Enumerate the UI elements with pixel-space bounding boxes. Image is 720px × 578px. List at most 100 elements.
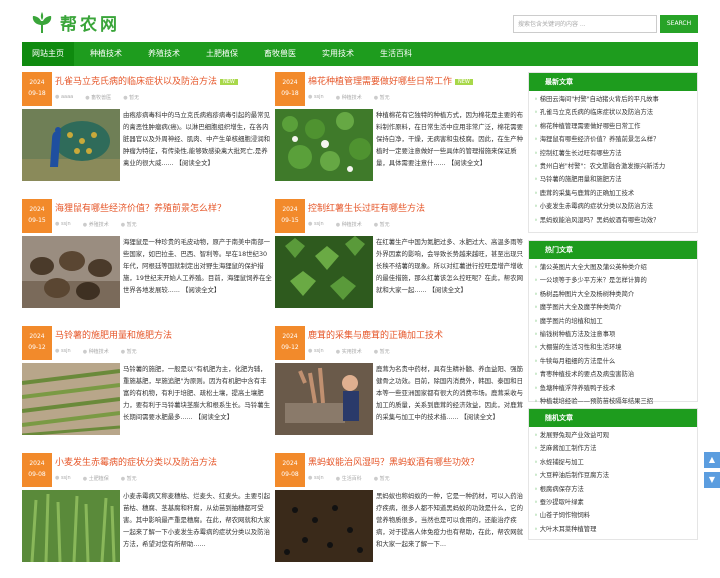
article-thumbnail-cotton[interactable] [275,109,373,181]
article-title-link[interactable]: 孔雀马立克氏病的临床症状以及防治方法 NEW [55,74,238,87]
article-title: 控制红薯生长过旺有哪些方法 [308,204,426,214]
search-button[interactable]: SEARCH [660,15,698,33]
sidebar-link[interactable]: 大棚猫的生活习性和生活环境 [534,341,692,354]
sidebar-random-list: 发展野兔现产业效益可观芝麻酱加工制作方法水蛭捕捉与加工大豆粹油后制作豆腐方法根腐… [529,427,697,538]
article-day: 09-08 [28,471,46,478]
article-meta: aaaa 畜牧兽医 暂无 [55,94,139,101]
main-nav: 网站主页 种植技术 养殖技术 土肥植保 畜牧兽医 实用技术 生活百科 [22,42,698,66]
search-input[interactable]: 搜索包含关键词的内容 ... [513,15,657,33]
article-meta: ssjn 种植技术 暂无 [308,94,390,101]
nav-item-life[interactable]: 生活百科 [370,42,422,66]
article-thumbnail-wheat[interactable] [22,490,120,562]
article-category[interactable]: 生活百科 [336,475,362,482]
sidebar-link[interactable]: 蚕沙提取叶绿素 [534,496,692,509]
sidebar-link[interactable]: 水蛭捕捉与加工 [534,456,692,469]
sidebar-link[interactable]: 马铃薯的施肥用量和施肥方法 [534,173,692,186]
sidebar-link[interactable]: 榆钱树种植方法及注意事项 [534,328,692,341]
article-year: 2024 [282,460,298,467]
sidebar-link[interactable]: 棉花种植管理需要做好哪些日常工作 [534,120,692,133]
sidebar-link[interactable]: 黑蚂蚁能治风湿吗？黑蚂蚁酒有哪些功效？ [534,214,692,227]
article-meta: ssjn 土肥植保 暂无 [55,475,137,482]
nav-item-home[interactable]: 网站主页 [22,42,74,66]
article-title: 孔雀马立克氏病的临床症状以及防治方法 [55,77,218,87]
scroll-up-icon[interactable]: ▲ [704,452,720,468]
article-category[interactable]: 实用技术 [336,348,362,355]
sidebar-link[interactable]: 青枣种植技术的要点及病虫害防治 [534,368,692,381]
sidebar-link[interactable]: 贵州白岩"村警"：农文旅融合激发振兴新活力 [534,160,692,173]
article-category[interactable]: 种植技术 [336,94,362,101]
article-author[interactable]: ssjn [308,348,324,355]
nav-item-planting[interactable]: 种植技术 [80,42,132,66]
sidebar-link[interactable]: 小麦发生赤霉病的症状分类以及防治方法 [534,200,692,213]
article-category[interactable]: 种植技术 [336,221,362,228]
sidebar-link[interactable]: 牛犊每月粗细的方法是什么 [534,355,692,368]
article-card: 2024 09-15 海狸鼠有哪些经济价值？养殖前景怎么样？ ssjn 养殖技术 暂无海狸… [22,199,272,324]
article-date: 2024 09-12 [275,326,305,360]
article-thumbnail-ants[interactable] [275,490,373,562]
article-author[interactable]: aaaa [55,94,73,101]
article-title-link[interactable]: 海狸鼠有哪些经济价值？养殖前景怎么样？ [55,201,226,214]
sidebar-link[interactable]: 孔雀马立克氏病的临床症状以及防治方法 [534,106,692,119]
sidebar-link[interactable]: 控制红薯生长过旺有哪些方法 [534,147,692,160]
site-name: 帮农网 [60,15,120,35]
article-year: 2024 [29,460,45,467]
article-category[interactable]: 畜牧兽医 [85,94,111,101]
sidebar-link[interactable]: 杨树品种图片大全及杨树种类简介 [534,288,692,301]
article-thumbnail-potato[interactable] [22,363,120,435]
article-thumbnail-antler[interactable] [275,363,373,435]
article-day: 09-12 [281,344,299,351]
nav-item-soil[interactable]: 土肥植保 [196,42,248,66]
article-author[interactable]: ssjn [308,94,324,101]
article-author[interactable]: ssjn [308,221,324,228]
article-day: 09-12 [28,344,46,351]
article-title-link[interactable]: 小麦发生赤霉病的症状分类以及防治方法 [55,455,217,468]
sidebar-link[interactable]: 鹿茸的采集与鹿茸的正确加工技术 [534,187,692,200]
site-logo[interactable]: 帮农网 [30,10,120,35]
sidebar-link[interactable]: 芝麻酱加工制作方法 [534,442,692,455]
sidebar-link[interactable]: 魔芋图片的培植和加工 [534,315,692,328]
nav-item-breeding[interactable]: 养殖技术 [138,42,190,66]
article-category[interactable]: 养殖技术 [83,221,109,228]
article-author[interactable]: ssjn [55,221,71,228]
sidebar-link[interactable]: 种植栽培经验——预防苗枝隔年结果三招 [534,395,692,408]
article-title: 海狸鼠有哪些经济价值？养殖前景怎么样？ [55,204,227,214]
article-date: 2024 09-08 [22,453,52,487]
sidebar-link[interactable]: 大豆粹油后制作豆腐方法 [534,469,692,482]
sidebar-link[interactable]: 一公顷等于多少平方米？是怎样计算的 [534,274,692,287]
sidebar-link[interactable]: 梯田云海间"村警"自动猪火背后的平凡故事 [534,93,692,106]
article-category[interactable]: 土肥植保 [83,475,109,482]
article-author[interactable]: ssjn [55,475,71,482]
article-comments: 暂无 [123,94,139,101]
article-title-link[interactable]: 棉花种植管理需要做好哪些日常工作 NEW [308,74,473,87]
sidebar-link[interactable]: 大叶木耳菜种植管理 [534,523,692,536]
article-thumbnail-sweetpotato[interactable] [275,236,373,308]
article-title-link[interactable]: 控制红薯生长过旺有哪些方法 [308,201,425,214]
sidebar-link[interactable]: 山苍子饲作物饲料 [534,509,692,522]
article-meta: ssjn 实用技术 暂无 [308,348,390,355]
sidebar-link[interactable]: 根腐病保存方法 [534,483,692,496]
sidebar-latest-title: 最新文章 [529,73,697,91]
article-meta: ssjn 种植技术 暂无 [308,221,390,228]
article-title-link[interactable]: 黑蚂蚁能治风湿吗？黑蚂蚁酒有哪些功效？ [308,455,479,468]
article-title-link[interactable]: 马铃薯的施肥用量和施肥方法 [55,328,172,341]
article-comments: 暂无 [121,348,137,355]
article-author[interactable]: ssjn [308,475,324,482]
sidebar-link[interactable]: 海狸鼠有哪些经济价值？养殖前景怎么样？ [534,133,692,146]
article-excerpt: 鹿茸为名贵中药材，具有生精补髓、养血益阳、强筋健骨之功效。目前，除国内消费外，韩… [376,365,523,422]
scroll-down-icon[interactable]: ▼ [704,472,720,488]
sidebar-link[interactable]: 鱼塘种植浮萍养殖鸭子技术 [534,382,692,395]
sidebar-link[interactable]: 魔芋图片大全及魔芋种类简介 [534,301,692,314]
nav-item-veterinary[interactable]: 畜牧兽医 [254,42,306,66]
article-category[interactable]: 种植技术 [83,348,109,355]
article-author[interactable]: ssjn [55,348,71,355]
article-thumbnail-peacock[interactable] [22,109,120,181]
article-year: 2024 [29,206,45,213]
sidebar-link[interactable]: 蒲公英图片大全大图及蒲公英种类介绍 [534,261,692,274]
article-thumbnail-nutria[interactable] [22,236,120,308]
article-title-link[interactable]: 鹿茸的采集与鹿茸的正确加工技术 [308,328,443,341]
sidebar-hot-title: 热门文章 [529,241,697,259]
sidebar-link[interactable]: 发展野兔现产业效益可观 [534,429,692,442]
nav-item-practical[interactable]: 实用技术 [312,42,364,66]
new-badge: NEW [455,78,473,85]
article-date: 2024 09-08 [275,453,305,487]
